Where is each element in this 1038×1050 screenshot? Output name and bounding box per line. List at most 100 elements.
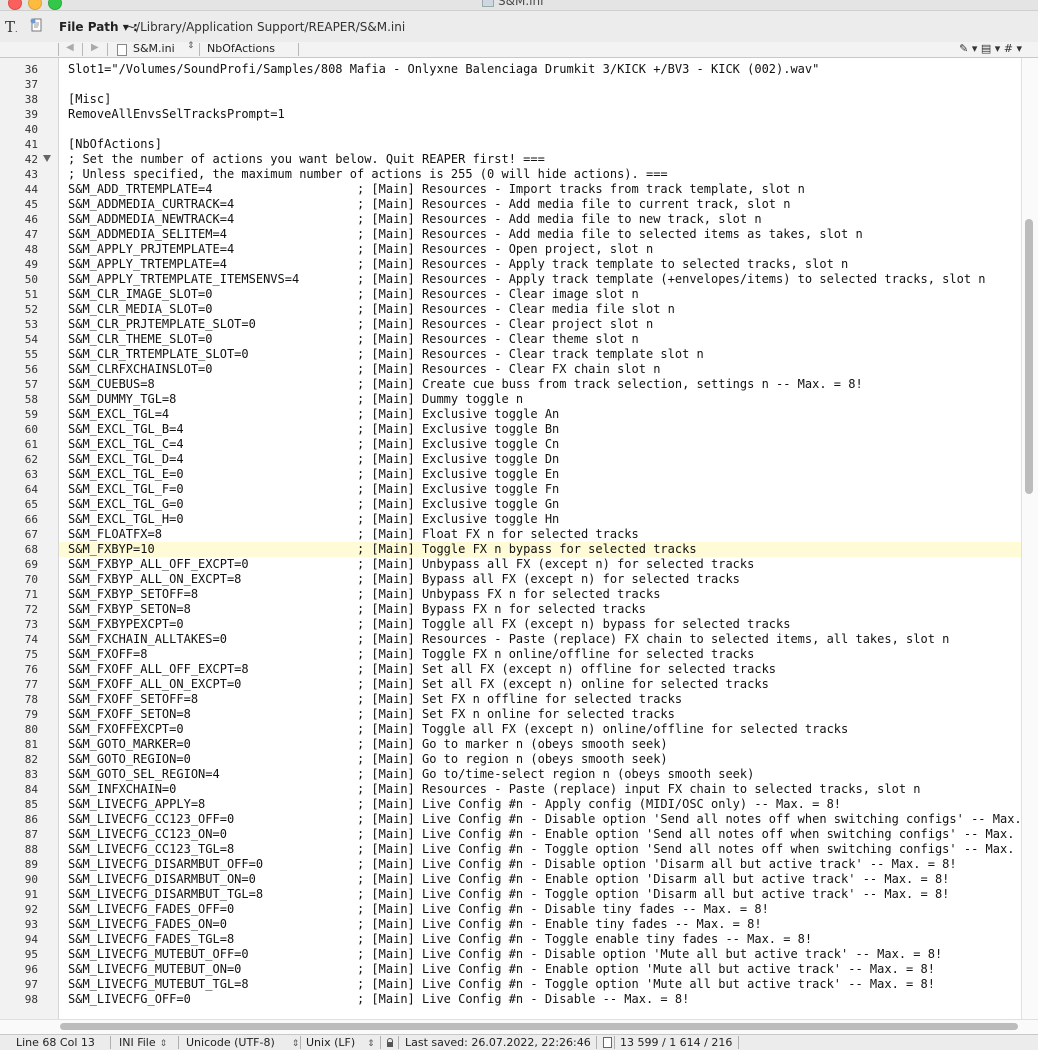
code-line[interactable]: 55 S&M_CLR_TRTEMPLATE_SLOT=0 ; [Main] Res… [0,347,1021,362]
syntax-mode-label: INI File [119,1036,156,1049]
line-text: S&M_FXBYP_SETOFF=8 ; [Main] Unbypass FX … [68,587,661,601]
line-text: S&M_FXBYPEXCPT=0 ; [Main] Toggle all FX … [68,617,791,631]
code-line[interactable]: 73 S&M_FXBYPEXCPT=0 ; [Main] Toggle all F… [0,617,1021,632]
vertical-scroll-thumb[interactable] [1025,219,1033,494]
code-line[interactable]: 91 S&M_LIVECFG_DISARMBUT_TGL=8 ; [Main] L… [0,887,1021,902]
code-line[interactable]: 45 S&M_ADDMEDIA_CURTRACK=4 ; [Main] Resou… [0,197,1021,212]
code-line[interactable]: 66 S&M_EXCL_TGL_H=0 ; [Main] Exclusive to… [0,512,1021,527]
syntax-mode-popup[interactable]: INI File ⇕ [119,1036,167,1049]
code-line[interactable]: 38 [Misc] [0,92,1021,107]
line-number: 42 [24,153,38,166]
code-line[interactable]: 84 S&M_INFXCHAIN=0 ; [Main] Resources - P… [0,782,1021,797]
line-text: S&M_FXBYP_SETON=8 ; [Main] Bypass FX n f… [68,602,646,616]
code-line[interactable]: 77 S&M_FXOFF_ALL_ON_EXCPT=0 ; [Main] Set … [0,677,1021,692]
code-line[interactable]: 87 S&M_LIVECFG_CC123_ON=0 ; [Main] Live C… [0,827,1021,842]
code-line[interactable]: 41 [NbOfActions] [0,137,1021,152]
code-line[interactable]: 50 S&M_APPLY_TRTEMPLATE_ITEMSENVS=4 ; [Ma… [0,272,1021,287]
code-line[interactable]: 72 S&M_FXBYP_SETON=8 ; [Main] Bypass FX n… [0,602,1021,617]
horizontal-scroll-thumb[interactable] [60,1023,1018,1030]
code-line[interactable]: 71 S&M_FXBYP_SETOFF=8 ; [Main] Unbypass F… [0,587,1021,602]
text-tool-icon[interactable]: T. [5,18,18,36]
code-line[interactable]: 83 S&M_GOTO_SEL_REGION=4 ; [Main] Go to/t… [0,767,1021,782]
document-info-icon[interactable] [603,1036,612,1050]
code-line[interactable]: 80 S&M_FXOFFEXCPT=0 ; [Main] Toggle all F… [0,722,1021,737]
updown-chevron-icon[interactable]: ⇕ [187,41,195,51]
code-line[interactable]: 64 S&M_EXCL_TGL_F=0 ; [Main] Exclusive to… [0,482,1021,497]
line-text: S&M_FLOATFX=8 ; [Main] Float FX n for se… [68,527,639,541]
fold-triangle-icon[interactable] [43,155,51,162]
code-line[interactable]: 36 Slot1="/Volumes/SoundProfi/Samples/808… [0,62,1021,77]
code-line[interactable]: 42 ; Set the number of actions you want b… [0,152,1021,167]
code-line[interactable]: 60 S&M_EXCL_TGL_B=4 ; [Main] Exclusive to… [0,422,1021,437]
code-line[interactable]: 82 S&M_GOTO_REGION=0 ; [Main] Go to regio… [0,752,1021,767]
code-line[interactable]: 62 S&M_EXCL_TGL_D=4 ; [Main] Exclusive to… [0,452,1021,467]
code-line[interactable]: 98 S&M_LIVECFG_OFF=0 ; [Main] Live Config… [0,992,1021,1007]
code-line[interactable]: 95 S&M_LIVECFG_MUTEBUT_OFF=0 ; [Main] Liv… [0,947,1021,962]
code-line[interactable]: 79 S&M_FXOFF_SETON=8 ; [Main] Set FX n on… [0,707,1021,722]
close-window-button[interactable] [8,0,22,10]
status-bar: Line 68 Col 13 INI File ⇕ Unicode (UTF-8)… [0,1034,1038,1050]
code-line[interactable]: 65 S&M_EXCL_TGL_G=0 ; [Main] Exclusive to… [0,497,1021,512]
code-line[interactable]: 89 S&M_LIVECFG_DISARMBUT_OFF=0 ; [Main] L… [0,857,1021,872]
code-line[interactable]: 46 S&M_ADDMEDIA_NEWTRACK=4 ; [Main] Resou… [0,212,1021,227]
code-line[interactable]: 85 S&M_LIVECFG_APPLY=8 ; [Main] Live Conf… [0,797,1021,812]
line-endings-popup[interactable]: Unix (LF) ⇕ [306,1036,375,1049]
code-line[interactable]: 40 [0,122,1021,137]
lock-icon[interactable] [387,1036,393,1049]
line-text: S&M_FXOFF_ALL_OFF_EXCPT=8 ; [Main] Set a… [68,662,777,676]
code-line[interactable]: 44 S&M_ADD_TRTEMPLATE=4 ; [Main] Resource… [0,182,1021,197]
back-arrow-icon[interactable]: ◀ [66,42,74,53]
document-popup[interactable]: S&M.ini [133,42,175,55]
code-line[interactable]: 61 S&M_EXCL_TGL_C=4 ; [Main] Exclusive to… [0,437,1021,452]
encoding-popup[interactable]: Unicode (UTF-8) ⇕ [186,1036,299,1049]
code-line[interactable]: 52 S&M_CLR_MEDIA_SLOT=0 ; [Main] Resource… [0,302,1021,317]
code-line[interactable]: 86 S&M_LIVECFG_CC123_OFF=0 ; [Main] Live … [0,812,1021,827]
code-line[interactable]: 97 S&M_LIVECFG_MUTEBUT_TGL=8 ; [Main] Liv… [0,977,1021,992]
code-line[interactable]: 68 S&M_FXBYP=10 ; [Main] Toggle FX n bypa… [0,542,1021,557]
text-editor[interactable]: 36 Slot1="/Volumes/SoundProfi/Samples/808… [0,58,1021,1019]
code-line[interactable]: 96 S&M_LIVECFG_MUTEBUT_ON=0 ; [Main] Live… [0,962,1021,977]
code-line[interactable]: 51 S&M_CLR_IMAGE_SLOT=0 ; [Main] Resource… [0,287,1021,302]
code-line[interactable]: 63 S&M_EXCL_TGL_E=0 ; [Main] Exclusive to… [0,467,1021,482]
line-number: 40 [24,123,38,136]
code-line[interactable]: 88 S&M_LIVECFG_CC123_TGL=8 ; [Main] Live … [0,842,1021,857]
code-line[interactable]: 75 S&M_FXOFF=8 ; [Main] Toggle FX n onlin… [0,647,1021,662]
code-line[interactable]: 49 S&M_APPLY_TRTEMPLATE=4 ; [Main] Resour… [0,257,1021,272]
code-line[interactable]: 67 S&M_FLOATFX=8 ; [Main] Float FX n for … [0,527,1021,542]
line-number: 92 [24,903,38,916]
code-line[interactable]: 48 S&M_APPLY_PRJTEMPLATE=4 ; [Main] Resou… [0,242,1021,257]
code-line[interactable]: 92 S&M_LIVECFG_FADES_OFF=0 ; [Main] Live … [0,902,1021,917]
code-line[interactable]: 94 S&M_LIVECFG_FADES_TGL=8 ; [Main] Live … [0,932,1021,947]
line-number: 67 [24,528,38,541]
forward-arrow-icon[interactable]: ▶ [91,42,99,53]
line-text: S&M_EXCL_TGL_C=4 ; [Main] Exclusive togg… [68,437,560,451]
code-line[interactable]: 58 S&M_DUMMY_TGL=8 ; [Main] Dummy toggle … [0,392,1021,407]
code-line[interactable]: 81 S&M_GOTO_MARKER=0 ; [Main] Go to marke… [0,737,1021,752]
line-number: 65 [24,498,38,511]
cursor-position[interactable]: Line 68 Col 13 [16,1036,95,1049]
toolbar-menus[interactable]: ✎ ▾ ▤ ▾ # ▾ [959,42,1022,55]
document-drop-icon[interactable] [30,18,44,32]
code-line[interactable]: 74 S&M_FXCHAIN_ALLTAKES=0 ; [Main] Resour… [0,632,1021,647]
minimize-window-button[interactable] [28,0,42,10]
code-line[interactable]: 76 S&M_FXOFF_ALL_OFF_EXCPT=8 ; [Main] Set… [0,662,1021,677]
code-line[interactable]: 90 S&M_LIVECFG_DISARMBUT_ON=0 ; [Main] Li… [0,872,1021,887]
function-popup[interactable]: NbOfActions [207,42,275,55]
code-line[interactable]: 37 [0,77,1021,92]
code-line[interactable]: 69 S&M_FXBYP_ALL_OFF_EXCPT=0 ; [Main] Unb… [0,557,1021,572]
vertical-scrollbar[interactable] [1021,58,1038,1019]
code-line[interactable]: 54 S&M_CLR_THEME_SLOT=0 ; [Main] Resource… [0,332,1021,347]
code-line[interactable]: 70 S&M_FXBYP_ALL_ON_EXCPT=8 ; [Main] Bypa… [0,572,1021,587]
line-number: 48 [24,243,38,256]
code-line[interactable]: 78 S&M_FXOFF_SETOFF=8 ; [Main] Set FX n o… [0,692,1021,707]
code-line[interactable]: 93 S&M_LIVECFG_FADES_ON=0 ; [Main] Live C… [0,917,1021,932]
code-line[interactable]: 43 ; Unless specified, the maximum number… [0,167,1021,182]
code-line[interactable]: 56 S&M_CLRFXCHAINSLOT=0 ; [Main] Resource… [0,362,1021,377]
line-text: S&M_EXCL_TGL_B=4 ; [Main] Exclusive togg… [68,422,560,436]
code-line[interactable]: 39 RemoveAllEnvsSelTracksPrompt=1 [0,107,1021,122]
code-line[interactable]: 57 S&M_CUEBUS=8 ; [Main] Create cue buss … [0,377,1021,392]
code-line[interactable]: 47 S&M_ADDMEDIA_SELITEM=4 ; [Main] Resour… [0,227,1021,242]
zoom-window-button[interactable] [48,0,62,10]
code-line[interactable]: 59 S&M_EXCL_TGL=4 ; [Main] Exclusive togg… [0,407,1021,422]
code-line[interactable]: 53 S&M_CLR_PRJTEMPLATE_SLOT=0 ; [Main] Re… [0,317,1021,332]
